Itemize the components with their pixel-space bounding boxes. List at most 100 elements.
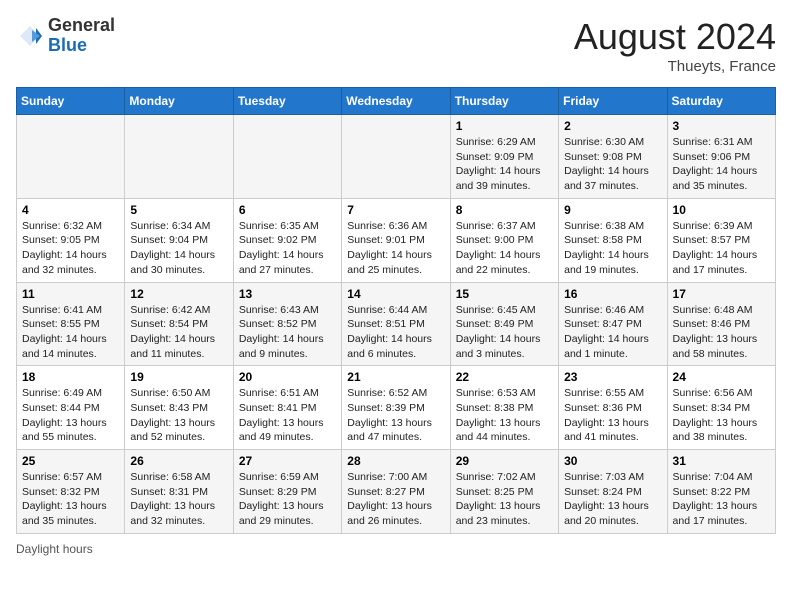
- day-number: 21: [347, 370, 444, 384]
- column-header-tuesday: Tuesday: [233, 88, 341, 115]
- calendar-cell: 16 Sunrise: 6:46 AM Sunset: 8:47 PM Dayli…: [559, 282, 667, 366]
- day-number: 2: [564, 119, 661, 133]
- calendar-header-row: SundayMondayTuesdayWednesdayThursdayFrid…: [17, 88, 776, 115]
- calendar-cell: 6 Sunrise: 6:35 AM Sunset: 9:02 PM Daylig…: [233, 198, 341, 282]
- calendar-cell: 29 Sunrise: 7:02 AM Sunset: 8:25 PM Dayli…: [450, 450, 558, 534]
- column-header-monday: Monday: [125, 88, 233, 115]
- day-number: 12: [130, 287, 227, 301]
- title-block: August 2024 Thueyts, France: [574, 16, 776, 75]
- day-info: Sunrise: 6:45 AM Sunset: 8:49 PM Dayligh…: [456, 303, 553, 362]
- day-info: Sunrise: 6:35 AM Sunset: 9:02 PM Dayligh…: [239, 219, 336, 278]
- calendar-cell: 1 Sunrise: 6:29 AM Sunset: 9:09 PM Daylig…: [450, 115, 558, 199]
- day-info: Sunrise: 6:53 AM Sunset: 8:38 PM Dayligh…: [456, 386, 553, 445]
- day-number: 31: [673, 454, 770, 468]
- calendar-cell: 12 Sunrise: 6:42 AM Sunset: 8:54 PM Dayli…: [125, 282, 233, 366]
- location-subtitle: Thueyts, France: [574, 58, 776, 75]
- calendar-cell: [233, 115, 341, 199]
- calendar-week-5: 25 Sunrise: 6:57 AM Sunset: 8:32 PM Dayli…: [17, 450, 776, 534]
- calendar-cell: 8 Sunrise: 6:37 AM Sunset: 9:00 PM Daylig…: [450, 198, 558, 282]
- day-info: Sunrise: 6:55 AM Sunset: 8:36 PM Dayligh…: [564, 386, 661, 445]
- day-number: 28: [347, 454, 444, 468]
- calendar-week-4: 18Sunrise: 6:49 AM Sunset: 8:44 PM Dayli…: [17, 366, 776, 450]
- column-header-saturday: Saturday: [667, 88, 775, 115]
- day-info: Sunrise: 6:39 AM Sunset: 8:57 PM Dayligh…: [673, 219, 770, 278]
- logo: General Blue: [16, 16, 115, 56]
- column-header-wednesday: Wednesday: [342, 88, 450, 115]
- day-info: Sunrise: 6:48 AM Sunset: 8:46 PM Dayligh…: [673, 303, 770, 362]
- day-number: 22: [456, 370, 553, 384]
- day-number: 26: [130, 454, 227, 468]
- day-info: Sunrise: 6:44 AM Sunset: 8:51 PM Dayligh…: [347, 303, 444, 362]
- day-info: Sunrise: 6:38 AM Sunset: 8:58 PM Dayligh…: [564, 219, 661, 278]
- calendar-cell: 10 Sunrise: 6:39 AM Sunset: 8:57 PM Dayli…: [667, 198, 775, 282]
- calendar-cell: 23Sunrise: 6:55 AM Sunset: 8:36 PM Dayli…: [559, 366, 667, 450]
- day-number: 6: [239, 203, 336, 217]
- day-info: Sunrise: 7:03 AM Sunset: 8:24 PM Dayligh…: [564, 470, 661, 529]
- day-info: Sunrise: 6:29 AM Sunset: 9:09 PM Dayligh…: [456, 135, 553, 194]
- day-number: 29: [456, 454, 553, 468]
- calendar-cell: 27Sunrise: 6:59 AM Sunset: 8:29 PM Dayli…: [233, 450, 341, 534]
- day-number: 19: [130, 370, 227, 384]
- day-info: Sunrise: 6:34 AM Sunset: 9:04 PM Dayligh…: [130, 219, 227, 278]
- day-info: Sunrise: 6:51 AM Sunset: 8:41 PM Dayligh…: [239, 386, 336, 445]
- calendar-cell: 7Sunrise: 6:36 AM Sunset: 9:01 PM Daylig…: [342, 198, 450, 282]
- calendar-cell: 13Sunrise: 6:43 AM Sunset: 8:52 PM Dayli…: [233, 282, 341, 366]
- day-info: Sunrise: 6:58 AM Sunset: 8:31 PM Dayligh…: [130, 470, 227, 529]
- day-info: Sunrise: 6:42 AM Sunset: 8:54 PM Dayligh…: [130, 303, 227, 362]
- day-number: 30: [564, 454, 661, 468]
- day-number: 10: [673, 203, 770, 217]
- day-info: Sunrise: 6:57 AM Sunset: 8:32 PM Dayligh…: [22, 470, 119, 529]
- day-number: 17: [673, 287, 770, 301]
- calendar-cell: 19 Sunrise: 6:50 AM Sunset: 8:43 PM Dayli…: [125, 366, 233, 450]
- logo-blue-text: Blue: [48, 35, 87, 55]
- calendar-cell: 15 Sunrise: 6:45 AM Sunset: 8:49 PM Dayli…: [450, 282, 558, 366]
- day-info: Sunrise: 6:37 AM Sunset: 9:00 PM Dayligh…: [456, 219, 553, 278]
- calendar-cell: 22 Sunrise: 6:53 AM Sunset: 8:38 PM Dayli…: [450, 366, 558, 450]
- calendar-cell: 18Sunrise: 6:49 AM Sunset: 8:44 PM Dayli…: [17, 366, 125, 450]
- calendar-cell: 5Sunrise: 6:34 AM Sunset: 9:04 PM Daylig…: [125, 198, 233, 282]
- day-info: Sunrise: 6:43 AM Sunset: 8:52 PM Dayligh…: [239, 303, 336, 362]
- calendar-table: SundayMondayTuesdayWednesdayThursdayFrid…: [16, 87, 776, 534]
- calendar-cell: 2 Sunrise: 6:30 AM Sunset: 9:08 PM Daylig…: [559, 115, 667, 199]
- calendar-cell: 20Sunrise: 6:51 AM Sunset: 8:41 PM Dayli…: [233, 366, 341, 450]
- day-info: Sunrise: 6:50 AM Sunset: 8:43 PM Dayligh…: [130, 386, 227, 445]
- day-number: 1: [456, 119, 553, 133]
- day-info: Sunrise: 7:02 AM Sunset: 8:25 PM Dayligh…: [456, 470, 553, 529]
- day-info: Sunrise: 6:56 AM Sunset: 8:34 PM Dayligh…: [673, 386, 770, 445]
- calendar-cell: 30 Sunrise: 7:03 AM Sunset: 8:24 PM Dayli…: [559, 450, 667, 534]
- day-number: 25: [22, 454, 119, 468]
- day-number: 7: [347, 203, 444, 217]
- day-number: 14: [347, 287, 444, 301]
- column-header-friday: Friday: [559, 88, 667, 115]
- day-number: 4: [22, 203, 119, 217]
- day-number: 15: [456, 287, 553, 301]
- day-number: 18: [22, 370, 119, 384]
- day-info: Sunrise: 6:59 AM Sunset: 8:29 PM Dayligh…: [239, 470, 336, 529]
- column-header-sunday: Sunday: [17, 88, 125, 115]
- day-number: 16: [564, 287, 661, 301]
- day-info: Sunrise: 6:30 AM Sunset: 9:08 PM Dayligh…: [564, 135, 661, 194]
- calendar-cell: 26 Sunrise: 6:58 AM Sunset: 8:31 PM Dayli…: [125, 450, 233, 534]
- month-year-title: August 2024: [574, 16, 776, 58]
- footer-note: Daylight hours: [16, 542, 776, 556]
- calendar-cell: 24 Sunrise: 6:56 AM Sunset: 8:34 PM Dayli…: [667, 366, 775, 450]
- logo-icon: [16, 22, 44, 50]
- day-number: 24: [673, 370, 770, 384]
- calendar-cell: 3Sunrise: 6:31 AM Sunset: 9:06 PM Daylig…: [667, 115, 775, 199]
- calendar-week-1: 1 Sunrise: 6:29 AM Sunset: 9:09 PM Daylig…: [17, 115, 776, 199]
- calendar-cell: 25 Sunrise: 6:57 AM Sunset: 8:32 PM Dayli…: [17, 450, 125, 534]
- daylight-label: Daylight hours: [16, 542, 93, 556]
- calendar-cell: [342, 115, 450, 199]
- calendar-week-3: 11Sunrise: 6:41 AM Sunset: 8:55 PM Dayli…: [17, 282, 776, 366]
- logo-general-text: General: [48, 15, 115, 35]
- calendar-cell: 17 Sunrise: 6:48 AM Sunset: 8:46 PM Dayli…: [667, 282, 775, 366]
- calendar-cell: 14 Sunrise: 6:44 AM Sunset: 8:51 PM Dayli…: [342, 282, 450, 366]
- day-info: Sunrise: 6:41 AM Sunset: 8:55 PM Dayligh…: [22, 303, 119, 362]
- calendar-cell: 11Sunrise: 6:41 AM Sunset: 8:55 PM Dayli…: [17, 282, 125, 366]
- calendar-cell: 9Sunrise: 6:38 AM Sunset: 8:58 PM Daylig…: [559, 198, 667, 282]
- day-number: 3: [673, 119, 770, 133]
- day-info: Sunrise: 6:46 AM Sunset: 8:47 PM Dayligh…: [564, 303, 661, 362]
- day-info: Sunrise: 6:52 AM Sunset: 8:39 PM Dayligh…: [347, 386, 444, 445]
- calendar-cell: 31Sunrise: 7:04 AM Sunset: 8:22 PM Dayli…: [667, 450, 775, 534]
- day-number: 8: [456, 203, 553, 217]
